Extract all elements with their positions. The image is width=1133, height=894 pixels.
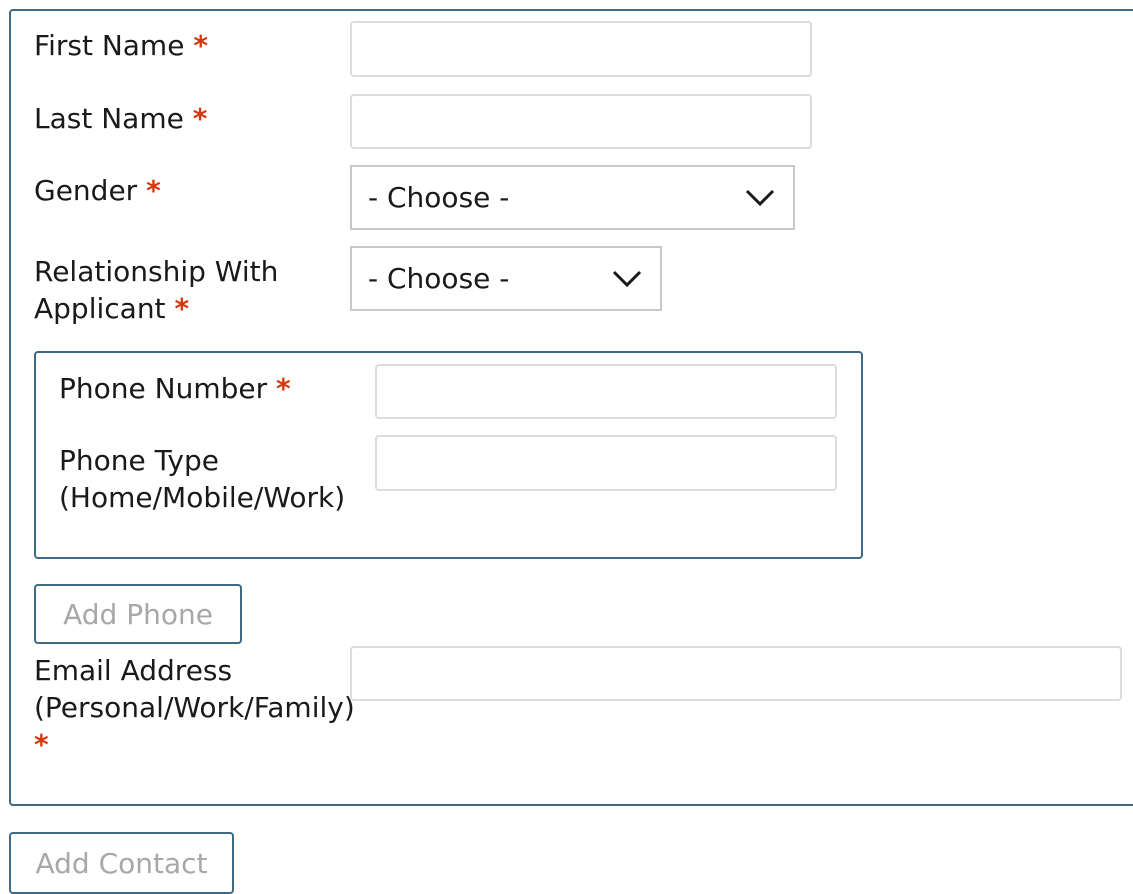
gender-selected-value: - Choose -: [368, 181, 510, 214]
phone-type-label: Phone Type (Home/Mobile/Work): [59, 442, 345, 516]
relationship-label-line1: Relationship With: [34, 255, 279, 288]
relationship-select[interactable]: - Choose -: [350, 246, 662, 311]
email-input[interactable]: [350, 646, 1122, 701]
first-name-input[interactable]: [350, 21, 812, 77]
required-marker: *: [146, 174, 161, 207]
chevron-down-icon: [745, 189, 775, 206]
phone-type-label-line1: Phone Type: [59, 444, 219, 477]
last-name-input[interactable]: [350, 94, 812, 149]
add-contact-button[interactable]: Add Contact: [9, 832, 234, 894]
add-phone-button[interactable]: Add Phone: [34, 584, 242, 644]
relationship-label-line2: Applicant: [34, 292, 166, 325]
required-marker: *: [192, 102, 208, 135]
required-marker: *: [193, 29, 208, 62]
chevron-down-icon: [612, 270, 642, 287]
gender-label: Gender *: [34, 172, 161, 209]
last-name-label-text: Last Name: [34, 102, 184, 135]
phone-number-label: Phone Number *: [59, 370, 291, 407]
phone-number-label-text: Phone Number: [59, 372, 268, 405]
gender-label-text: Gender: [34, 174, 138, 207]
email-label: Email Address (Personal/Work/Family) *: [34, 652, 355, 763]
phone-type-label-line2: (Home/Mobile/Work): [59, 481, 346, 514]
phone-type-input[interactable]: [375, 435, 837, 491]
first-name-label-text: First Name: [34, 29, 185, 62]
required-marker: *: [34, 728, 49, 761]
required-marker: *: [174, 292, 190, 325]
email-label-line1: Email Address: [34, 654, 233, 687]
gender-select[interactable]: - Choose -: [350, 165, 795, 230]
phone-number-input[interactable]: [375, 364, 837, 419]
last-name-label: Last Name *: [34, 100, 207, 137]
email-label-line2: (Personal/Work/Family): [34, 691, 355, 724]
relationship-selected-value: - Choose -: [368, 262, 510, 295]
first-name-label: First Name *: [34, 27, 208, 64]
relationship-label: Relationship With Applicant *: [34, 253, 278, 327]
required-marker: *: [276, 372, 291, 405]
